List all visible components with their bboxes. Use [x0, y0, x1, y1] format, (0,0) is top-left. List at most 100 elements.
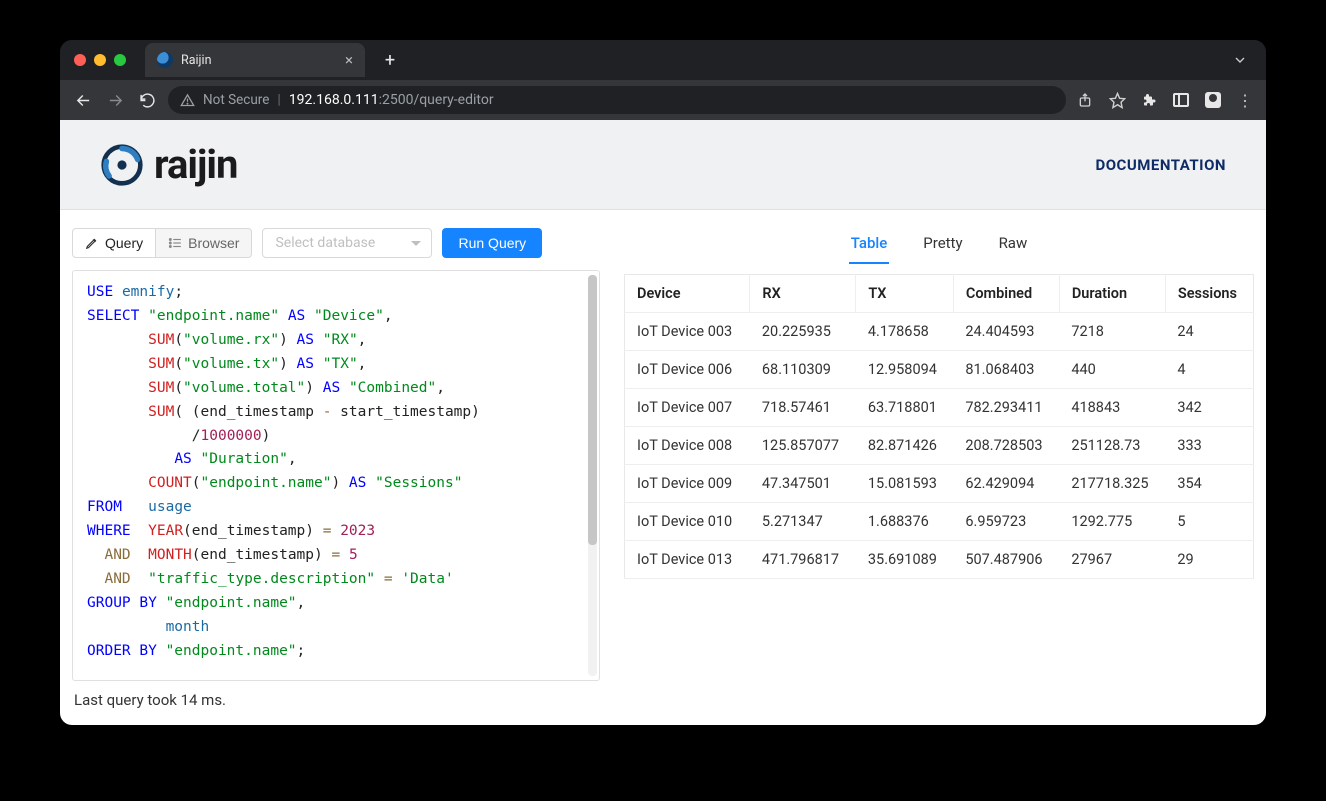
back-button[interactable]: [72, 92, 94, 109]
logo-text: raijin: [154, 141, 237, 188]
table-cell: 82.871426: [856, 427, 953, 465]
table-cell: 1292.775: [1059, 503, 1165, 541]
table-cell: IoT Device 009: [625, 465, 750, 503]
table-cell: 20.225935: [750, 313, 856, 351]
maximize-window-button[interactable]: [114, 54, 126, 66]
table-cell: 81.068403: [953, 351, 1059, 389]
table-cell: 418843: [1059, 389, 1165, 427]
table-cell: 125.857077: [750, 427, 856, 465]
url-input[interactable]: Not Secure | 192.168.0.111:2500/query-ed…: [168, 86, 1066, 114]
reload-button[interactable]: [136, 92, 158, 109]
close-tab-icon[interactable]: ×: [345, 51, 353, 69]
table-cell: IoT Device 006: [625, 351, 750, 389]
table-cell: IoT Device 007: [625, 389, 750, 427]
window-controls: [74, 54, 126, 66]
run-query-button[interactable]: Run Query: [442, 228, 542, 258]
star-icon[interactable]: [1108, 91, 1126, 109]
share-icon[interactable]: [1076, 91, 1094, 109]
table-cell: 47.347501: [750, 465, 856, 503]
table-cell: 29: [1165, 541, 1253, 579]
table-row[interactable]: IoT Device 008125.85707782.871426208.728…: [625, 427, 1254, 465]
sql-editor[interactable]: USE emnify; SELECT "endpoint.name" AS "D…: [72, 270, 600, 681]
documentation-link[interactable]: DOCUMENTATION: [1095, 156, 1226, 174]
table-cell: 5: [1165, 503, 1253, 541]
query-toolbar: Query Browser Select database Run Query: [72, 228, 600, 258]
table-cell: 354: [1165, 465, 1253, 503]
table-row[interactable]: IoT Device 00668.11030912.95809481.06840…: [625, 351, 1254, 389]
column-header[interactable]: TX: [856, 275, 953, 313]
results-pane: Table Pretty Raw DeviceRXTXCombinedDurat…: [624, 228, 1254, 713]
close-window-button[interactable]: [74, 54, 86, 66]
table-cell: 6.959723: [953, 503, 1059, 541]
table-cell: 24.404593: [953, 313, 1059, 351]
page-header: raijin DOCUMENTATION: [60, 120, 1266, 210]
result-tab-table[interactable]: Table: [849, 228, 890, 264]
pencil-icon: [85, 236, 99, 250]
minimize-window-button[interactable]: [94, 54, 106, 66]
browser-tab[interactable]: Raijin ×: [145, 43, 365, 77]
logo-icon: [100, 143, 144, 187]
column-header[interactable]: Sessions: [1165, 275, 1253, 313]
table-cell: 68.110309: [750, 351, 856, 389]
table-row[interactable]: IoT Device 00320.2259354.17865824.404593…: [625, 313, 1254, 351]
table-cell: 471.796817: [750, 541, 856, 579]
new-tab-button[interactable]: +: [377, 47, 403, 73]
table-cell: 63.718801: [856, 389, 953, 427]
url-host: 192.168.0.111: [289, 92, 379, 108]
table-row[interactable]: IoT Device 007718.5746163.718801782.2934…: [625, 389, 1254, 427]
table-cell: 782.293411: [953, 389, 1059, 427]
table-row[interactable]: IoT Device 0105.2713471.6883766.95972312…: [625, 503, 1254, 541]
table-cell: 208.728503: [953, 427, 1059, 465]
scrollbar-thumb[interactable]: [588, 275, 597, 545]
tab-overflow-button[interactable]: [1228, 48, 1252, 72]
column-header[interactable]: Duration: [1059, 275, 1165, 313]
result-tab-raw[interactable]: Raw: [997, 228, 1030, 264]
panel-icon[interactable]: [1172, 91, 1190, 109]
browser-window: Raijin × + Not Secure | 192.168.0.111:25…: [60, 40, 1266, 725]
table-cell: 24: [1165, 313, 1253, 351]
database-select[interactable]: Select database: [262, 228, 432, 258]
table-cell: 217718.325: [1059, 465, 1165, 503]
tab-title: Raijin: [181, 53, 211, 68]
query-tab-button[interactable]: Query: [72, 228, 156, 258]
forward-button[interactable]: [104, 92, 126, 109]
database-placeholder: Select database: [275, 235, 375, 251]
table-cell: 440: [1059, 351, 1165, 389]
separator: |: [277, 92, 280, 108]
browser-tab-button[interactable]: Browser: [156, 228, 252, 258]
warning-icon: [180, 93, 195, 108]
query-tab-label: Query: [105, 235, 143, 251]
table-cell: 4.178658: [856, 313, 953, 351]
sql-code: USE emnify; SELECT "endpoint.name" AS "D…: [87, 281, 591, 664]
address-bar: Not Secure | 192.168.0.111:2500/query-ed…: [60, 80, 1266, 120]
query-pane: Query Browser Select database Run Query …: [72, 228, 600, 713]
tab-bar: Raijin × +: [60, 40, 1266, 80]
table-cell: IoT Device 013: [625, 541, 750, 579]
browser-menu-icon[interactable]: ⋮: [1236, 91, 1254, 109]
security-label: Not Secure: [203, 92, 269, 108]
result-tab-pretty[interactable]: Pretty: [921, 228, 964, 264]
browser-tab-label: Browser: [188, 235, 239, 251]
table-cell: 251128.73: [1059, 427, 1165, 465]
table-row[interactable]: IoT Device 013471.79681735.691089507.487…: [625, 541, 1254, 579]
result-tabs: Table Pretty Raw: [624, 228, 1254, 264]
table-cell: 35.691089: [856, 541, 953, 579]
list-icon: [168, 236, 182, 250]
table-cell: 7218: [1059, 313, 1165, 351]
column-header[interactable]: RX: [750, 275, 856, 313]
status-bar: Last query took 14 ms.: [72, 681, 600, 713]
table-header-row: DeviceRXTXCombinedDurationSessions: [625, 275, 1254, 313]
profile-icon[interactable]: [1204, 91, 1222, 109]
url-path: :2500/query-editor: [379, 92, 494, 108]
table-cell: 5.271347: [750, 503, 856, 541]
table-cell: 15.081593: [856, 465, 953, 503]
table-cell: 12.958094: [856, 351, 953, 389]
column-header[interactable]: Device: [625, 275, 750, 313]
column-header[interactable]: Combined: [953, 275, 1059, 313]
table-cell: 342: [1165, 389, 1253, 427]
extensions-icon[interactable]: [1140, 91, 1158, 109]
results-table: DeviceRXTXCombinedDurationSessions IoT D…: [624, 274, 1254, 579]
table-row[interactable]: IoT Device 00947.34750115.08159362.42909…: [625, 465, 1254, 503]
brand-logo[interactable]: raijin: [100, 141, 237, 188]
favicon-icon: [157, 52, 173, 68]
